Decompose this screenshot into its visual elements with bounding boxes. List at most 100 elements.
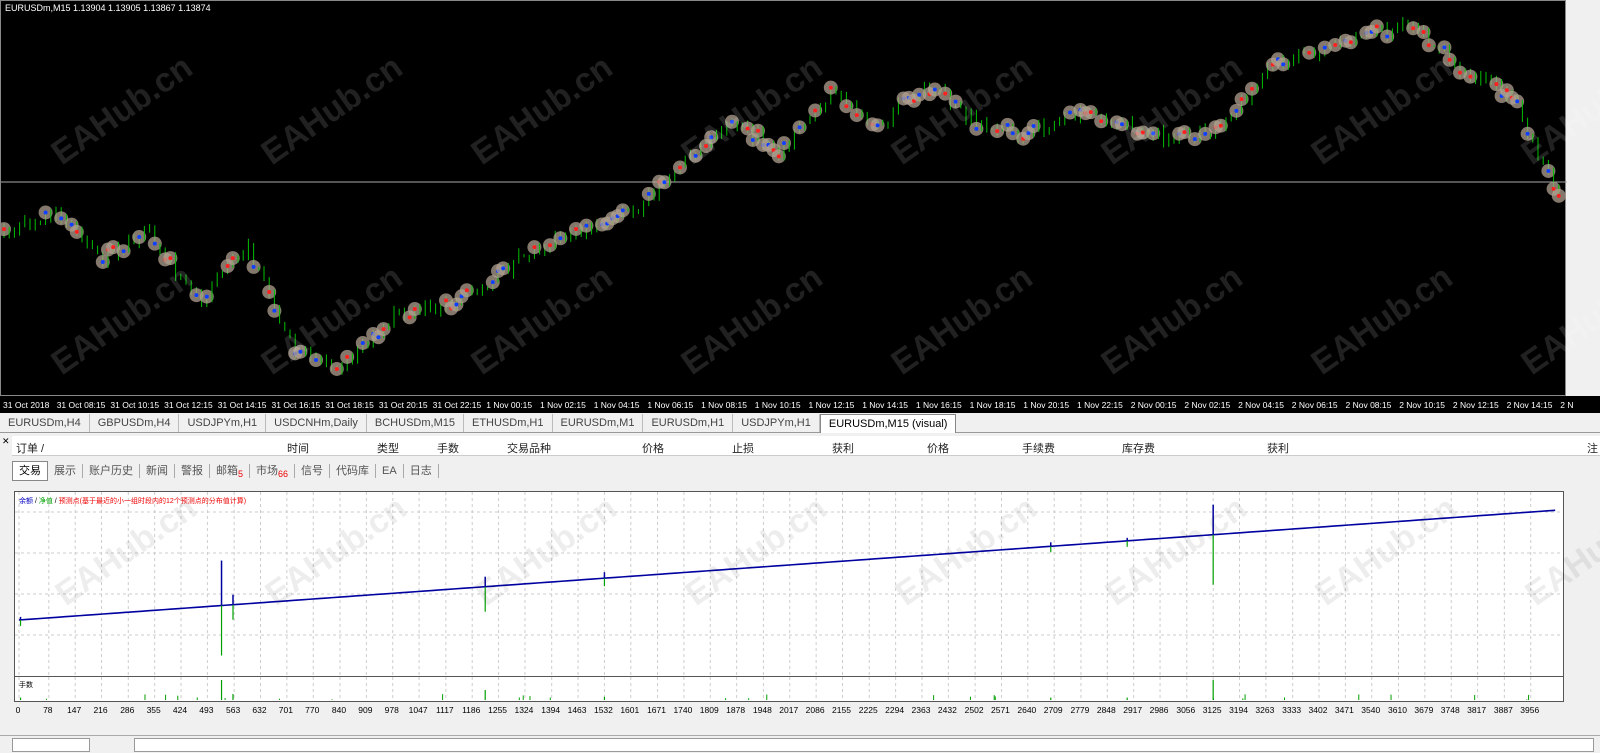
chart-tab[interactable]: BCHUSDm,M15 [367, 414, 464, 432]
time-label: 31 Oct 22:15 [432, 400, 482, 410]
x-tick-label: 3610 [1388, 705, 1407, 715]
trade-arrow [1239, 97, 1244, 102]
chart-tab[interactable]: USDCNHm,Daily [266, 414, 367, 432]
x-tick-label: 3402 [1308, 705, 1328, 715]
trade-arrow [943, 91, 948, 96]
time-label: 1 Nov 00:15 [486, 400, 533, 410]
column-header[interactable]: 手续费 [1022, 440, 1055, 456]
trade-arrow [1447, 57, 1452, 62]
chart-tab[interactable]: ETHUSDm,H1 [464, 414, 553, 432]
x-tick-label: 1671 [647, 705, 666, 715]
terminal-tab[interactable]: 日志 [404, 464, 439, 478]
terminal-tab[interactable]: 新闻 [140, 464, 175, 478]
trade-arrow [709, 135, 714, 140]
time-label: 31 Oct 10:15 [110, 400, 160, 410]
legend-forecast: 预测点(基于最近的小一组时段内的12个预测点的分布值计算) [58, 498, 247, 505]
trade-arrow [1218, 123, 1223, 128]
balance-line [18, 509, 1556, 621]
chart-tab[interactable]: EURUSDm,M15 (visual) [819, 414, 957, 433]
column-header[interactable]: 类型 [377, 440, 399, 456]
chart-tab[interactable]: EURUSDm,H1 [643, 414, 734, 432]
terminal-tab[interactable]: 交易 [12, 461, 48, 481]
terminal-tab[interactable]: 账户历史 [83, 464, 140, 478]
terminal-tab[interactable]: 代码库 [330, 464, 377, 478]
x-tick-label: 1809 [699, 705, 719, 715]
x-tick-label: 2571 [990, 705, 1010, 715]
status-field [12, 738, 90, 752]
terminal-tab[interactable]: 邮箱5 [210, 464, 251, 480]
tab-badge: 5 [238, 469, 244, 480]
time-label: 31 Oct 12:15 [164, 400, 213, 410]
chart-tab[interactable]: EURUSDm,H4 [0, 414, 90, 432]
trade-arrow [1234, 108, 1239, 113]
column-header[interactable]: 注 [1587, 440, 1598, 456]
trade-arrow [1120, 122, 1124, 127]
column-header[interactable]: 价格 [642, 440, 664, 456]
trade-arrow [381, 327, 386, 332]
trade-arrow [267, 289, 272, 294]
terminal-tab[interactable]: 市场66 [250, 464, 296, 480]
x-tick-label: 493 [199, 705, 214, 715]
equity-legend: 余额 / 净值 / 预测点(基于最近的小一组时段内的12个预测点的分布值计算) [19, 498, 247, 505]
trades-axis: 0 78 147 216 286 355 424 493 563 632 701 770 840 909 9… [14, 705, 1564, 719]
tab-badge: 66 [278, 469, 289, 480]
column-header[interactable]: 止损 [732, 440, 754, 456]
column-header[interactable]: 交易品种 [507, 440, 551, 456]
time-label: 1 Nov 12:15 [808, 400, 855, 410]
trade-arrow [558, 236, 563, 241]
chart-tab[interactable]: EURUSDm,M1 [553, 414, 644, 432]
trade-arrow [251, 264, 256, 269]
terminal-tab[interactable]: 警报 [175, 464, 210, 478]
column-header[interactable]: 库存费 [1122, 440, 1155, 456]
trade-arrow [995, 129, 1000, 134]
x-tick-label: 2155 [832, 705, 851, 715]
x-tick-label: 2017 [779, 705, 799, 715]
trade-arrow [454, 302, 459, 307]
terminal-close-icon[interactable]: ✕ [2, 436, 10, 447]
trade-arrow [1281, 62, 1286, 67]
x-tick-label: 2363 [911, 705, 931, 715]
x-tick-label: 424 [172, 705, 188, 715]
chart-tab[interactable]: GBPUSDm,H4 [90, 414, 180, 432]
terminal-tab[interactable]: 信号 [295, 464, 331, 478]
chart-tab[interactable]: USDJPYm,H1 [179, 414, 267, 432]
trade-arrow [334, 366, 339, 371]
price-chart[interactable]: EURUSDm,M15 1.13904 1.13905 1.13867 1.13… [0, 0, 1600, 396]
terminal-tab[interactable]: 展示 [48, 464, 83, 478]
x-tick-label: 1394 [541, 705, 561, 715]
trade-arrow [854, 113, 859, 118]
trade-arrow [74, 229, 79, 234]
trade-arrow [1192, 137, 1197, 142]
x-tick-label: 563 [226, 705, 241, 715]
time-label: 2 Nov 04:15 [1238, 400, 1284, 410]
time-label: 31 Oct 20:15 [378, 400, 428, 410]
x-tick-label: 2502 [964, 705, 984, 715]
x-tick-label: 3263 [1255, 705, 1275, 715]
trade-arrow [1099, 119, 1104, 124]
column-header[interactable]: 获利 [1267, 440, 1289, 456]
column-header[interactable]: 价格 [927, 440, 949, 456]
trade-arrow [1468, 74, 1473, 79]
time-label: 1 Nov 16:15 [915, 400, 962, 410]
time-axis: 31 Oct 2018 31 Oct 08:15 31 Oct 10:15 31 Oc… [0, 396, 1600, 413]
x-tick-label: 2709 [1043, 705, 1063, 715]
trade-arrow [782, 141, 786, 146]
column-header[interactable]: 获利 [832, 440, 854, 456]
trade-arrow [1203, 131, 1208, 136]
column-header[interactable]: 订单 / [16, 440, 44, 456]
column-header[interactable]: 手数 [437, 440, 459, 456]
column-header[interactable]: 时间 [287, 440, 309, 456]
x-tick-label: 1047 [408, 705, 428, 715]
x-tick-label: 1948 [752, 705, 772, 715]
chart-tab[interactable]: USDJPYm,H1 [733, 414, 820, 432]
x-tick-label: 3125 [1202, 705, 1222, 715]
time-label: 1 Nov 20:15 [1023, 400, 1070, 410]
lots-plot [18, 677, 1532, 701]
x-tick-label: 3887 [1493, 705, 1513, 715]
x-tick-label: 3194 [1229, 705, 1248, 715]
trade-arrow [828, 85, 833, 90]
trade-arrow [1010, 131, 1015, 136]
x-tick-label: 3956 [1520, 705, 1540, 715]
terminal-tab[interactable]: EA [376, 464, 404, 478]
time-label: 31 Oct 18:15 [325, 400, 374, 410]
